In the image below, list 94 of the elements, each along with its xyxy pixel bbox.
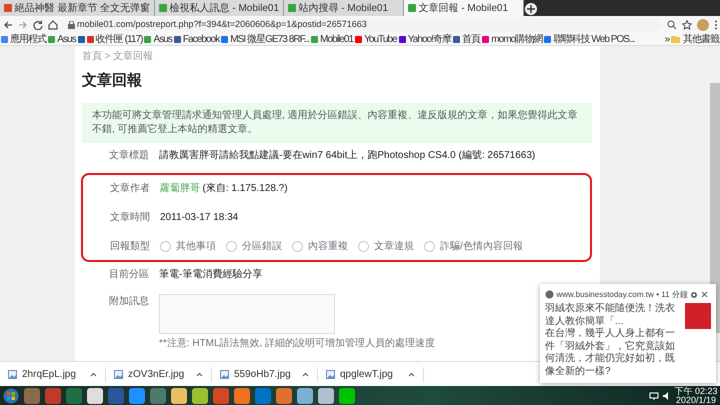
bookmark-link[interactable]: 收件匣 (117) — [86, 32, 142, 46]
app-icon[interactable] — [86, 388, 102, 404]
star-icon — [682, 20, 692, 30]
close-icon — [700, 291, 708, 298]
start-button-icon — [2, 388, 18, 404]
clock-time: 下午 02:23 — [674, 386, 718, 396]
bookmark-link[interactable] — [78, 36, 85, 42]
browser-tab[interactable]: 文章回報 - Mobile01 — [404, 0, 524, 16]
bookmark-icon — [174, 36, 181, 42]
page-heading: 文章回報 — [82, 71, 143, 91]
site-icon — [4, 4, 12, 12]
app-icon[interactable] — [318, 388, 334, 404]
field-value: 請教厲害胖哥請給我點建議-要在win7 64bit上，跑Photoshop CS4.0 (編號: 26571663) — [159, 148, 536, 162]
bookmark-icon — [398, 36, 406, 42]
reload-icon — [32, 20, 42, 30]
bookmark-icon — [144, 36, 152, 42]
app-icon[interactable] — [192, 388, 208, 404]
browser-tab[interactable]: 檢視私人訊息 - Mobile01 — [155, 0, 284, 16]
bookmark-link[interactable]: YouTube — [355, 32, 397, 46]
field-label: 附加訊息 — [109, 294, 150, 308]
forward-icon — [18, 20, 28, 30]
bookmark-folder[interactable]: 其他書籤 — [671, 32, 719, 46]
download-item[interactable]: zOV3nEr.jpg — [106, 366, 212, 382]
field-label: 目前分區 — [109, 268, 150, 282]
notification-body: 在台灣，幾乎人人身上都有一件「羽絨外套」，它究竟該如何清洗，才能仍完好如初，既像全新的一樣? — [545, 328, 676, 378]
bookmark-icon — [1, 36, 8, 42]
bookmark-link[interactable]: Yahoo!奇摩 — [398, 32, 452, 46]
bookmark-link[interactable]: 聯聯科技 Web POS... — [544, 32, 635, 46]
site-icon — [159, 4, 168, 12]
message-input[interactable] — [159, 294, 335, 334]
field-label: 文章時間 — [110, 210, 151, 224]
more-bookmarks-button[interactable]: » — [664, 32, 670, 46]
app-icon[interactable] — [170, 388, 186, 404]
image-file-icon — [8, 370, 17, 378]
download-item[interactable]: 559oHb7.jpg — [212, 366, 318, 382]
field-value: (來自: 1.175.128.?) — [202, 182, 288, 196]
zoom-icon — [666, 20, 676, 30]
chevron-up-icon — [408, 372, 415, 376]
bookmark-link[interactable]: Asus — [144, 32, 172, 46]
field-label: 文章作者 — [110, 182, 151, 196]
breadcrumb-separator: > — [104, 50, 110, 64]
bookmark-icon — [453, 36, 460, 42]
field-value: 筆電-筆電消費經驗分享 — [159, 268, 262, 282]
thumbnail-placeholder — [685, 303, 711, 329]
bookmark-link[interactable]: Facebook — [174, 32, 220, 46]
radio-option[interactable]: 文章違規 — [358, 238, 414, 254]
bookmark-icon — [221, 36, 228, 42]
chevron-up-icon — [196, 372, 203, 376]
bookmark-icon — [544, 36, 552, 42]
bookmark-link[interactable]: 首頁 — [453, 32, 480, 46]
image-file-icon — [114, 370, 123, 378]
chevron-up-icon — [90, 372, 97, 376]
home-icon — [48, 20, 58, 30]
bookmark-icon — [355, 36, 362, 42]
app-icon[interactable] — [338, 388, 354, 404]
settings-icon — [690, 290, 698, 298]
bookmark-link[interactable]: momo購物網 — [482, 32, 542, 46]
avatar-icon — [696, 18, 708, 30]
image-file-icon — [326, 370, 335, 378]
download-item[interactable]: 2hrqEpL.jpg — [0, 366, 106, 382]
back-icon — [2, 20, 12, 30]
chevron-up-icon — [302, 372, 309, 376]
lock-icon — [68, 20, 74, 28]
browser-tab[interactable]: 站內搜尋 - Mobile01 — [284, 0, 404, 16]
download-item[interactable]: qpglewT.jpg — [318, 366, 424, 382]
bookmark-link[interactable]: Mobile01 — [311, 32, 354, 46]
field-value: 2011-03-17 18:34 — [160, 210, 238, 224]
app-icon[interactable] — [128, 388, 144, 404]
radio-option[interactable]: 詐騙/色情內容回報 — [424, 238, 523, 254]
note-text: **注意: HTML語法無效, 詳細的說明可增加管理人員的處理速度 — [159, 336, 436, 351]
radio-option[interactable]: 分區錯誤 — [226, 238, 282, 254]
site-icon — [408, 4, 416, 12]
app-icon[interactable] — [296, 388, 312, 404]
field-label: 文章標題 — [109, 148, 150, 162]
notification-title: 羽絨衣原來不能隨便洗！洗衣達人教你簡單「... — [545, 303, 676, 328]
field-label: 回報類型 — [110, 240, 151, 254]
clock-date: 2020/1/19 — [676, 396, 717, 405]
menu-icon — [714, 20, 718, 30]
bookmark-icon — [482, 36, 490, 42]
folder-icon — [671, 35, 680, 43]
radio-option[interactable]: 其他事項 — [160, 238, 216, 254]
browser-tab[interactable]: 絕品神醫 最新章节 全文无弹窗 — [0, 0, 156, 16]
image-file-icon — [220, 370, 229, 378]
bookmark-link[interactable]: MSI 微星GE73 8RF... — [221, 32, 310, 46]
bookmark-icon — [311, 36, 318, 42]
site-icon — [288, 4, 296, 12]
address-bar[interactable]: mobile01.com/postreport.php?f=394&t=2060606&p=1&postid=26571663 — [62, 18, 662, 31]
notification-time: • 11 分鐘 — [656, 288, 688, 300]
bookmark-link[interactable]: 應用程式 — [1, 32, 46, 46]
notice-banner: 本功能可將文章管理請求通知管理人員處理, 適用於分區錯誤、內容重複、違反版規的文章，如果您覺得此文章不錯, 可推薦它登上本站的精選文章。 — [82, 102, 592, 142]
notification-source: www.businesstoday.com.tw — [556, 288, 654, 300]
radio-option[interactable]: 內容重複 — [292, 238, 348, 254]
bookmark-link[interactable]: Asus — [48, 32, 76, 46]
bookmark-icon — [48, 36, 56, 42]
